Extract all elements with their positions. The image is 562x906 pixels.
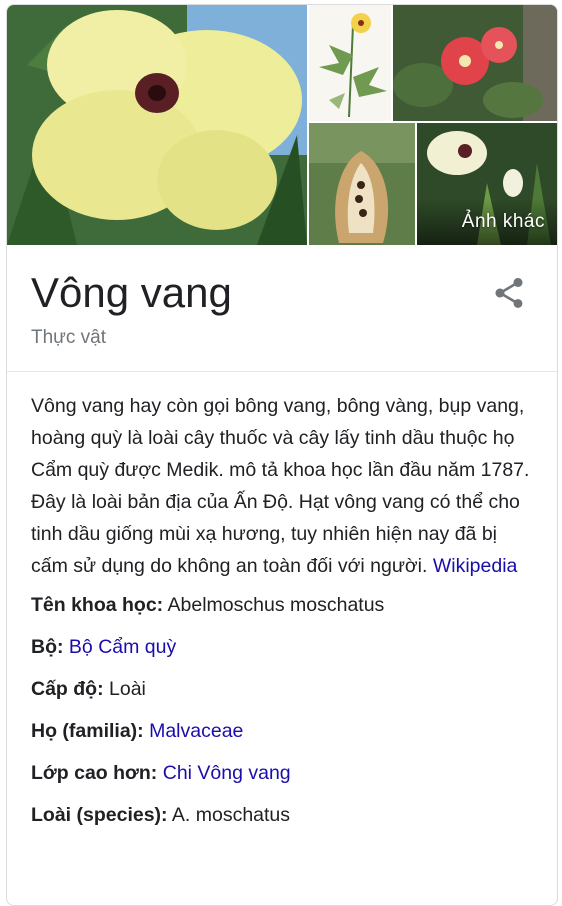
attribute-value: A. moschatus xyxy=(171,804,291,826)
attribute-label: Bộ: xyxy=(31,636,64,658)
panel-header: Vông vang Thực vật xyxy=(7,245,557,372)
attribute-row: Loài (species): A. moschatus xyxy=(31,802,533,828)
more-photos-label[interactable]: Ảnh khác xyxy=(462,211,545,233)
attribute-value-link[interactable]: Bộ Cẩm quỳ xyxy=(69,636,176,658)
knowledge-panel: Ảnh khác Vông vang Thực vật Vông vang ha… xyxy=(6,4,558,906)
attribute-list: Tên khoa học: Abelmoschus moschatus Bộ: B… xyxy=(7,582,557,828)
attribute-label: Họ (familia): xyxy=(31,720,144,742)
attribute-value-link[interactable]: Malvaceae xyxy=(149,720,243,742)
entity-type: Thực vật xyxy=(31,327,107,348)
attribute-row: Cấp độ: Loài xyxy=(31,676,533,702)
image-gallery: Ảnh khác xyxy=(7,5,557,245)
red-flower-photo[interactable] xyxy=(393,5,557,121)
attribute-value: Loài xyxy=(109,678,146,700)
attribute-value-link[interactable]: Chi Vông vang xyxy=(163,762,291,784)
attribute-label: Tên khoa học: xyxy=(31,594,164,616)
page-title: Vông vang xyxy=(31,269,232,316)
attribute-row: Lớp cao hơn: Chi Vông vang xyxy=(31,760,533,786)
attribute-value: Abelmoschus moschatus xyxy=(167,594,385,616)
more-photos-tile[interactable]: Ảnh khác xyxy=(417,123,557,245)
main-photo[interactable] xyxy=(7,5,307,245)
wikipedia-link[interactable]: Wikipedia xyxy=(433,555,518,577)
attribute-row: Bộ: Bộ Cẩm quỳ xyxy=(31,634,533,660)
attribute-row: Tên khoa học: Abelmoschus moschatus xyxy=(31,592,533,618)
seed-pod-photo[interactable] xyxy=(309,123,415,245)
share-icon[interactable] xyxy=(491,275,527,311)
illustration-photo[interactable] xyxy=(309,5,391,121)
attribute-label: Loài (species): xyxy=(31,804,168,826)
attribute-label: Lớp cao hơn: xyxy=(31,762,158,784)
attribute-label: Cấp độ: xyxy=(31,678,104,700)
description: Vông vang hay còn gọi bông vang, bông và… xyxy=(7,372,557,582)
attribute-row: Họ (familia): Malvaceae xyxy=(31,718,533,744)
description-text: Vông vang hay còn gọi bông vang, bông và… xyxy=(31,395,530,577)
